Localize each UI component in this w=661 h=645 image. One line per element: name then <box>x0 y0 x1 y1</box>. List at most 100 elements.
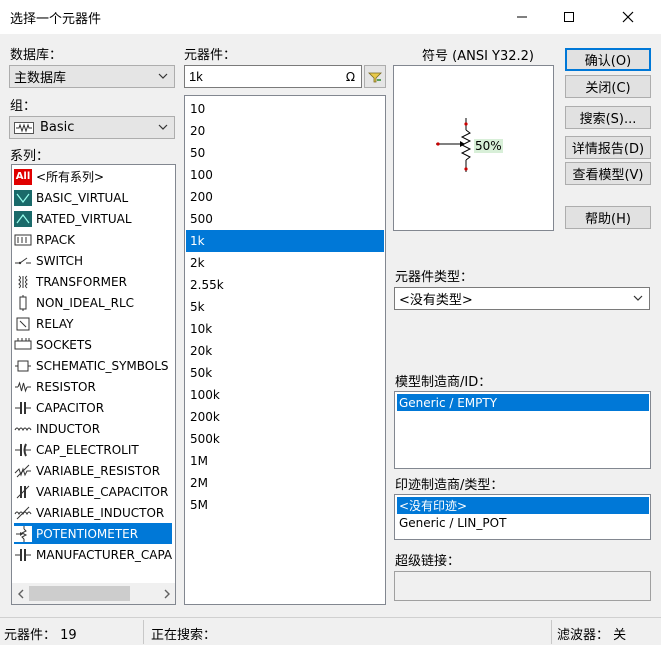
group-select[interactable]: Basic <box>9 116 175 139</box>
model-list[interactable]: Generic / EMPTY <box>394 391 651 469</box>
component-item[interactable]: 200k <box>186 406 384 428</box>
family-item[interactable]: CAPACITOR <box>14 397 172 418</box>
footprint-item[interactable]: Generic / LIN_POT <box>397 514 649 531</box>
footprint-item[interactable]: <没有印迹> <box>397 497 649 514</box>
family-item[interactable]: SOCKETS <box>14 334 172 355</box>
potentiometer-icon <box>14 525 32 542</box>
model-label: 模型制造商/ID： <box>395 375 492 390</box>
component-item[interactable]: 10 <box>186 98 384 120</box>
component-item[interactable]: 2M <box>186 472 384 494</box>
view-model-button[interactable]: 查看模型(V) <box>565 162 651 185</box>
filter-button[interactable] <box>364 65 386 88</box>
minimize-icon <box>517 16 527 18</box>
status-separator <box>143 620 144 644</box>
component-item[interactable]: 5M <box>186 494 384 516</box>
family-item-label: SCHEMATIC_SYMBOLS <box>36 358 169 373</box>
ok-button[interactable]: 确认(O) <box>565 48 651 71</box>
component-item[interactable]: 500 <box>186 208 384 230</box>
component-item[interactable]: 500k <box>186 428 384 450</box>
family-item[interactable]: CAP_ELECTROLIT <box>14 439 172 460</box>
component-item[interactable]: 100 <box>186 164 384 186</box>
chevron-down-icon <box>633 295 643 301</box>
detail-report-button[interactable]: 详情报告(D) <box>565 136 651 159</box>
close-window-button[interactable] <box>605 0 651 34</box>
family-item[interactable]: All <所有系列> <box>14 166 172 187</box>
cap-electrolit-icon <box>14 442 32 458</box>
component-item[interactable]: 2k <box>186 252 384 274</box>
family-item-label: VARIABLE_INDUCTOR <box>36 505 165 520</box>
component-item[interactable]: 1M <box>186 450 384 472</box>
scroll-left-button[interactable] <box>12 583 29 604</box>
maximize-button[interactable] <box>546 0 592 34</box>
family-item-label: VARIABLE_CAPACITOR <box>36 484 169 499</box>
family-item[interactable]: RPACK <box>14 229 172 250</box>
family-item[interactable]: BASIC_VIRTUAL <box>14 187 172 208</box>
component-item[interactable]: 50 <box>186 142 384 164</box>
family-item[interactable]: SCHEMATIC_SYMBOLS <box>14 355 172 376</box>
transformer-icon <box>14 274 32 290</box>
close-icon <box>622 11 634 23</box>
database-select[interactable]: 主数据库 <box>9 65 175 88</box>
component-item[interactable]: 20k <box>186 340 384 362</box>
component-type-value: <没有类型> <box>399 293 473 308</box>
minimize-button[interactable] <box>499 0 545 34</box>
component-list[interactable]: 10 20 50 100 200 500 1k 2k 2.55k 5k 10k 20k 50k 100k 2… <box>184 95 386 605</box>
status-searching: 正在搜索： <box>151 628 217 643</box>
family-item-label: INDUCTOR <box>36 421 101 436</box>
family-item[interactable]: RATED_VIRTUAL <box>14 208 172 229</box>
family-item[interactable]: NON_IDEAL_RLC <box>14 292 172 313</box>
symbol-preview: 50% <box>393 65 554 231</box>
symbol-label: 符号 (ANSI Y32.2) <box>422 49 534 64</box>
manufacturer-capacitor-icon <box>14 547 32 563</box>
variable-capacitor-icon <box>14 484 32 500</box>
footprint-list[interactable]: <没有印迹> Generic / LIN_POT <box>394 494 651 540</box>
component-search-input[interactable] <box>184 65 362 88</box>
family-hscrollbar[interactable] <box>12 583 175 604</box>
family-item-label: TRANSFORMER <box>36 274 127 289</box>
chevron-right-icon <box>164 589 170 598</box>
component-item[interactable]: 50k <box>186 362 384 384</box>
component-item[interactable]: 10k <box>186 318 384 340</box>
family-item-label: CAPACITOR <box>36 400 105 415</box>
component-type-select[interactable]: <没有类型> <box>394 287 650 310</box>
database-value: 主数据库 <box>14 71 67 86</box>
family-item-label: CAP_ELECTROLIT <box>36 442 139 457</box>
component-item[interactable]: 20 <box>186 120 384 142</box>
model-item[interactable]: Generic / EMPTY <box>397 394 649 411</box>
family-item[interactable]: POTENTIOMETER <box>14 523 172 544</box>
family-item[interactable]: TRANSFORMER <box>14 271 172 292</box>
non-ideal-rlc-icon <box>14 294 32 311</box>
scroll-right-button[interactable] <box>158 583 175 604</box>
family-list[interactable]: All <所有系列> BASIC_VIRTUAL RATED_VIRTUAL RPACK… <box>11 164 176 605</box>
all-icon: All <box>14 168 32 185</box>
family-item[interactable]: VARIABLE_INDUCTOR <box>14 502 172 523</box>
close-button[interactable]: 关闭(C) <box>565 75 651 98</box>
status-component-count: 元器件： 19 <box>4 628 77 643</box>
family-item[interactable]: RESISTOR <box>14 376 172 397</box>
scroll-thumb[interactable] <box>29 586 130 601</box>
group-value: Basic <box>40 120 75 135</box>
family-item[interactable]: MANUFACTURER_CAPACITOR <box>14 544 172 565</box>
component-item[interactable]: 5k <box>186 296 384 318</box>
search-button[interactable]: 搜索(S)... <box>565 106 651 129</box>
family-item-label: VARIABLE_RESISTOR <box>36 463 161 478</box>
component-item[interactable]: 200 <box>186 186 384 208</box>
maximize-icon <box>564 12 574 22</box>
family-item[interactable]: INDUCTOR <box>14 418 172 439</box>
variable-resistor-icon <box>14 463 32 479</box>
component-item[interactable]: 100k <box>186 384 384 406</box>
family-item[interactable]: RELAY <box>14 313 172 334</box>
hyperlink-label: 超级链接： <box>395 554 461 569</box>
component-item[interactable]: 2.55k <box>186 274 384 296</box>
help-button[interactable]: 帮助(H) <box>565 206 651 229</box>
family-item[interactable]: VARIABLE_RESISTOR <box>14 460 172 481</box>
component-item[interactable]: 1k <box>186 230 384 252</box>
family-item-label: BASIC_VIRTUAL <box>36 190 129 205</box>
rpack-icon <box>14 232 32 248</box>
family-label: 系列： <box>10 149 50 164</box>
family-item[interactable]: SWITCH <box>14 250 172 271</box>
hyperlink-field[interactable] <box>394 571 651 601</box>
group-basic-icon <box>14 121 34 134</box>
omega-button[interactable]: Ω <box>340 66 361 87</box>
family-item[interactable]: VARIABLE_CAPACITOR <box>14 481 172 502</box>
